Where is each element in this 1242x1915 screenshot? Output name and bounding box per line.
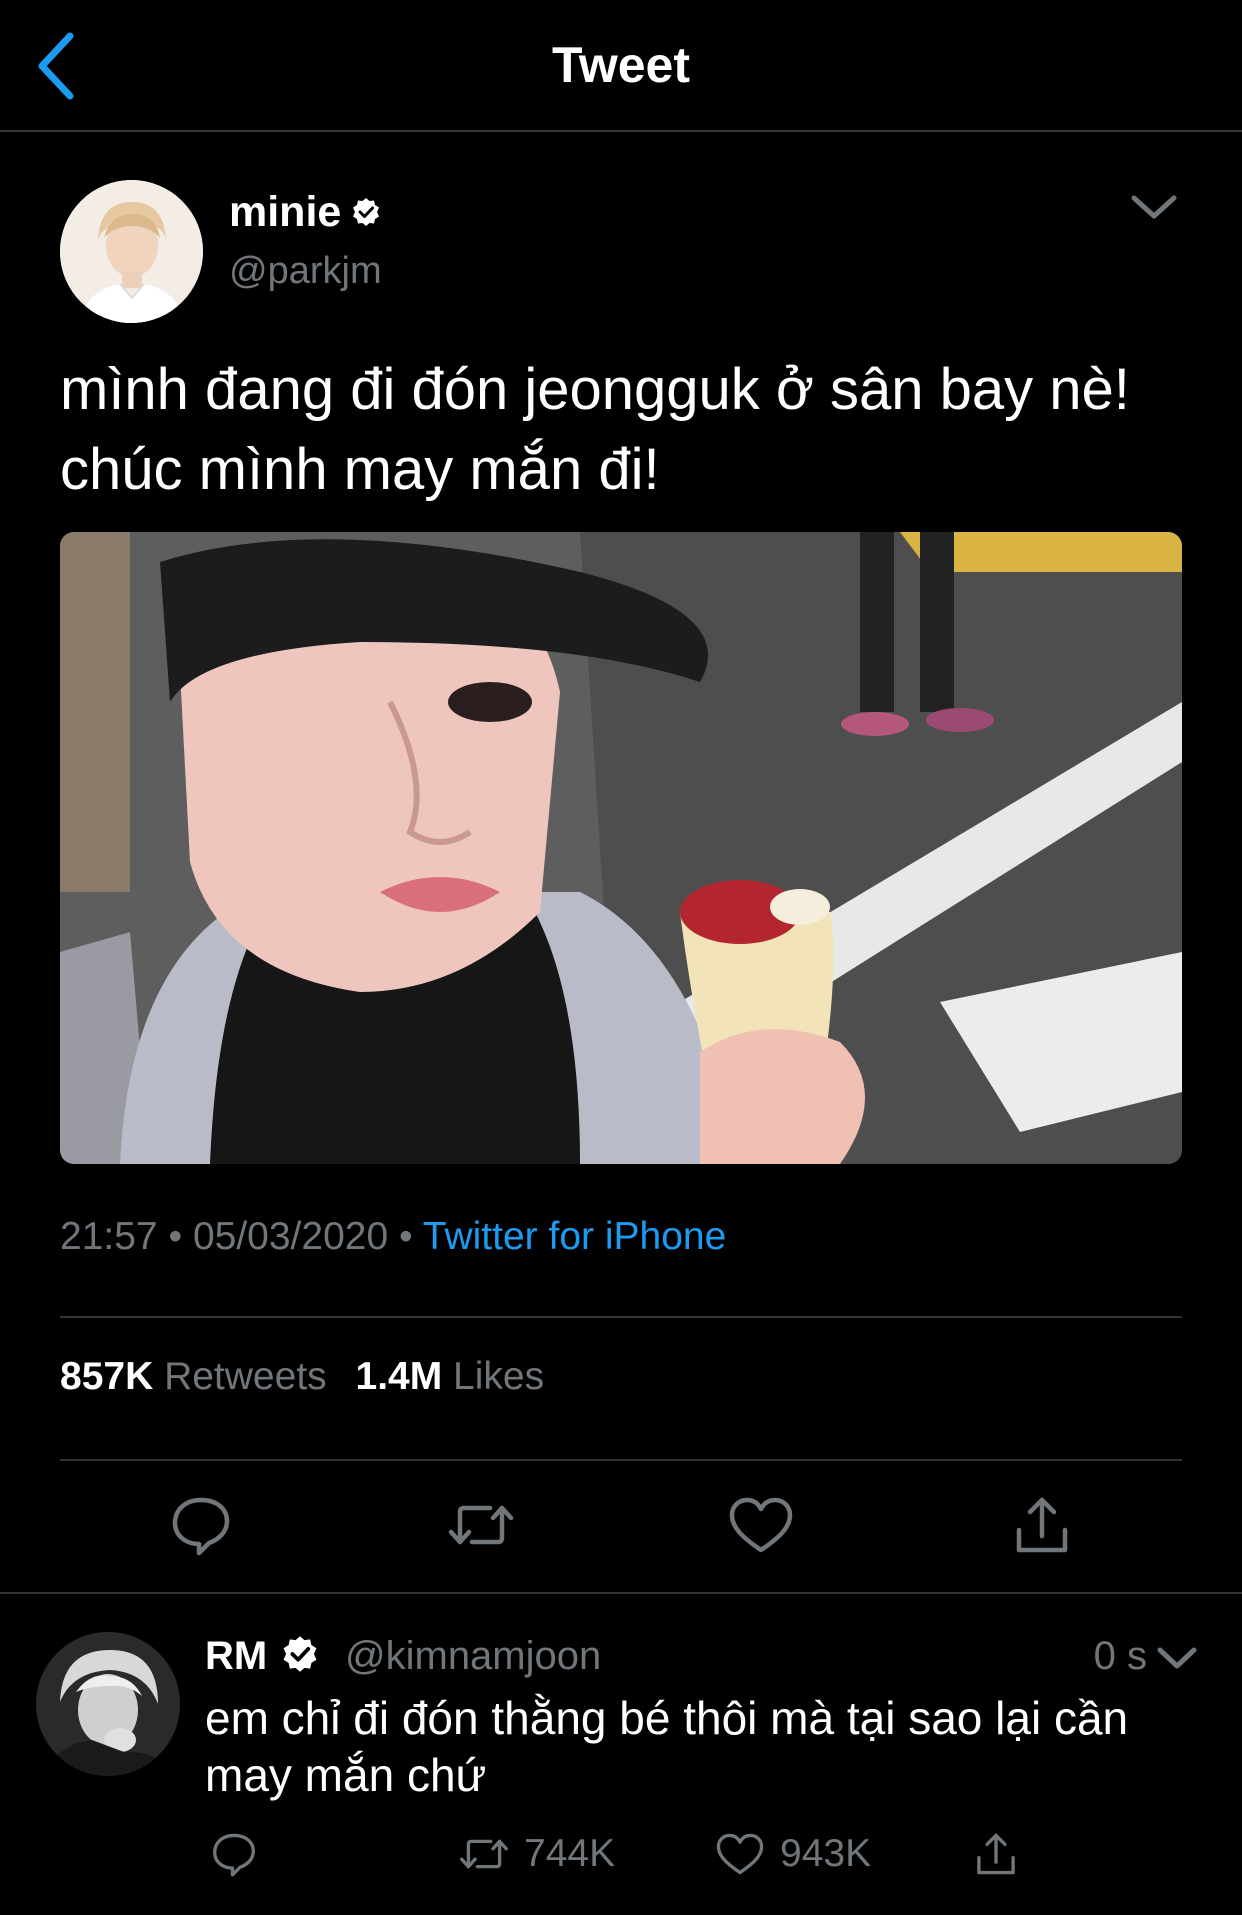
retweets-count: 857K — [60, 1355, 154, 1398]
likes-label: Likes — [453, 1355, 545, 1398]
tweet-author: minie @parkjm — [60, 180, 1182, 325]
avatar-image — [36, 1632, 180, 1776]
retweets-stat[interactable]: 857K Retweets — [60, 1355, 327, 1398]
reply-icon — [213, 1833, 255, 1877]
share-icon — [977, 1833, 1015, 1875]
reply-like-count: 943K — [780, 1832, 872, 1875]
chevron-down-icon — [1131, 195, 1177, 219]
likes-stat[interactable]: 1.4M Likes — [356, 1355, 545, 1398]
author-handle[interactable]: @parkjm — [229, 250, 382, 293]
heart-icon — [716, 1833, 764, 1875]
tweet-action-bar — [0, 1490, 1242, 1566]
like-button[interactable] — [726, 1490, 796, 1560]
reply-retweet-count: 744K — [524, 1832, 616, 1875]
retweets-label: Retweets — [164, 1355, 327, 1398]
reply-text: em chỉ đi đón thằng bé thôi mà tại sao l… — [205, 1692, 1129, 1801]
reply-author-name-text: RM — [205, 1634, 268, 1678]
header: Tweet — [0, 0, 1242, 132]
tweet-time: 21:57 — [60, 1215, 158, 1258]
avatar[interactable] — [60, 180, 203, 323]
reply-like-button[interactable]: 943K — [714, 1826, 871, 1882]
reply-timestamp: 0 s — [1093, 1634, 1147, 1678]
meta-separator: • — [168, 1215, 183, 1258]
reply-author-handle[interactable]: @kimnamjoon — [345, 1634, 601, 1679]
tweet-photo[interactable] — [60, 532, 1182, 1164]
reply-icon — [172, 1497, 230, 1556]
reply-avatar[interactable] — [36, 1632, 180, 1776]
photo-image — [60, 532, 1182, 1164]
author-name[interactable]: minie — [229, 188, 381, 237]
tweet-menu-button[interactable] — [1126, 180, 1182, 236]
reply-button[interactable] — [166, 1490, 236, 1560]
likes-count: 1.4M — [355, 1355, 443, 1398]
verified-badge-icon — [353, 197, 380, 226]
avatar-image — [60, 180, 203, 323]
page-title: Tweet — [552, 37, 690, 93]
reply-menu-button[interactable] — [1154, 1636, 1200, 1682]
reply-tweet[interactable]: RM @kimnamjoon 0 s em chỉ đi đón thằng b… — [0, 1594, 1242, 1915]
retweet-button[interactable] — [446, 1490, 516, 1560]
divider — [60, 1459, 1182, 1461]
reply-reply-button[interactable] — [208, 1826, 260, 1882]
share-icon — [1016, 1497, 1068, 1553]
verified-badge-icon — [283, 1636, 317, 1673]
share-button[interactable] — [1007, 1490, 1077, 1560]
retweet-icon — [460, 1839, 508, 1869]
tweet-text: mình đang đi đón jeongguk ở sân bay nè! … — [60, 357, 1130, 502]
tweet-timestamp: 21:57 • 05/03/2020 • Twitter for iPhone — [60, 1215, 726, 1259]
reply-share-button[interactable] — [970, 1826, 1022, 1882]
tweet-date: 05/03/2020 — [192, 1215, 389, 1258]
tweet-source-link[interactable]: Twitter for iPhone — [423, 1215, 726, 1258]
retweet-icon — [448, 1505, 514, 1545]
divider — [60, 1316, 1182, 1318]
reply-retweet-button[interactable]: 744K — [458, 1826, 615, 1882]
tweet-stats: 857K Retweets 1.4M Likes — [60, 1355, 562, 1399]
author-name-text: minie — [229, 188, 342, 236]
reply-author-name[interactable]: RM — [205, 1634, 319, 1679]
chevron-down-icon — [1157, 1647, 1197, 1669]
heart-icon — [729, 1497, 793, 1553]
meta-separator: • — [399, 1215, 413, 1258]
reply-action-bar: 744K 943K — [0, 1826, 1242, 1886]
